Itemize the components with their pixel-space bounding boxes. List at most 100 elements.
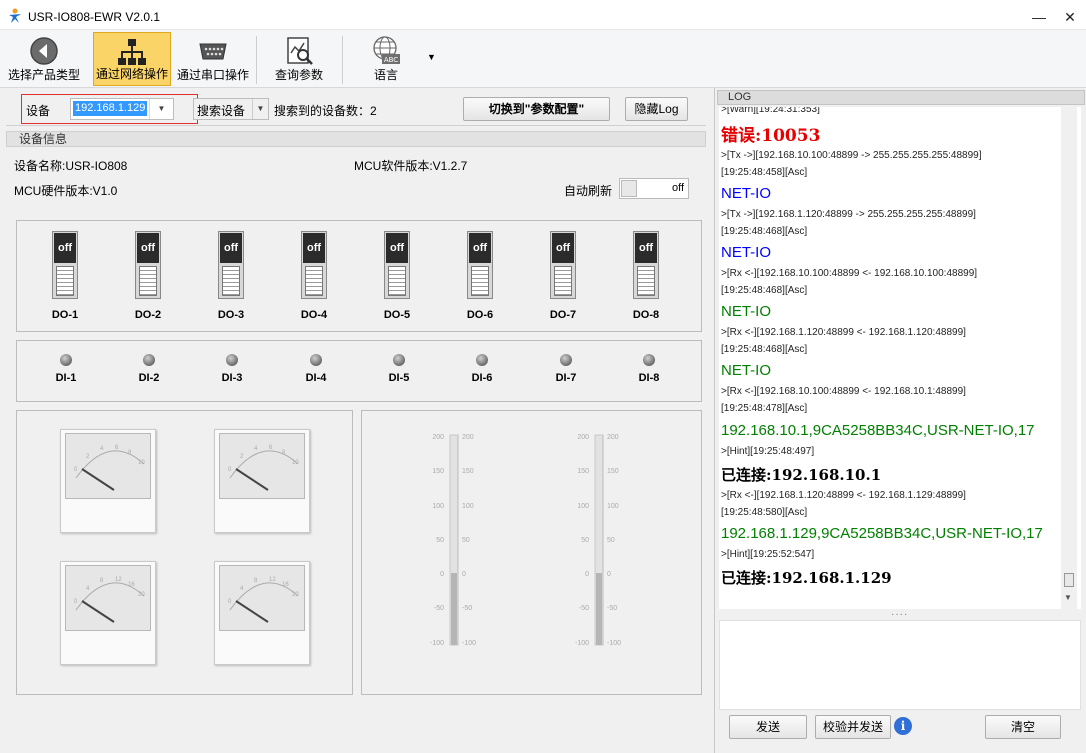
thermo-tick: 0: [462, 571, 466, 578]
splitter-handle-icon[interactable]: ····: [891, 609, 908, 620]
gauge-tick: 8: [100, 578, 104, 584]
thermo-tick: 150: [607, 468, 619, 475]
gauge-tick: 8: [254, 578, 258, 584]
verify-and-send-button[interactable]: 校验并发送: [815, 715, 891, 739]
thermo-tick: 100: [462, 503, 474, 510]
search-device-dropdown[interactable]: 搜索设备 ▼: [193, 98, 269, 120]
left-pane: 设备 192.168.1.129 ▼ 搜索设备 ▼ 搜索到的设备数：2 切换到"…: [0, 88, 713, 753]
language-dropdown-arrow-icon[interactable]: ▼: [427, 52, 436, 62]
toolbar-label: 选择产品类型: [7, 68, 80, 82]
thermo-tick: 50: [607, 537, 615, 544]
do-7-switch[interactable]: off: [550, 231, 576, 299]
gauge-tick: 12: [269, 577, 276, 583]
select-product-type-button[interactable]: 选择产品类型: [4, 32, 84, 86]
log-line: 错误:10053: [721, 126, 821, 146]
thermo-tick: -50: [462, 605, 472, 612]
log-pane: LOG >[Warn][19:24:31:353] 错误:10053 >[Tx …: [714, 88, 1086, 753]
switch-lever: [139, 266, 157, 296]
device-bar: 设备 192.168.1.129 ▼ 搜索设备 ▼ 搜索到的设备数：2 切换到"…: [6, 92, 706, 126]
log-line: >[Rx <-][192.168.1.120:48899 <- 192.168.…: [721, 327, 966, 338]
thermo-tick: -100: [462, 640, 476, 647]
gauge-tick: 12: [115, 577, 122, 583]
main-toolbar: 选择产品类型 通过网络操作 通过串口操作 查询参数 ABC 语言 ▼: [0, 30, 1086, 88]
thermometer-scales: 200 150 100 50 0 -50 -100 200 150 100 50…: [430, 434, 621, 647]
send-input[interactable]: [719, 620, 1081, 710]
thermo-tick: 150: [577, 468, 589, 475]
thermo-tick: 100: [432, 503, 444, 510]
auto-refresh-toggle[interactable]: off: [619, 178, 689, 199]
toolbar-label: 通过串口操作: [176, 68, 249, 82]
di-indicator-icon: [560, 354, 572, 366]
do-6-switch[interactable]: off: [467, 231, 493, 299]
switch-param-config-button[interactable]: 切换到"参数配置": [463, 97, 610, 121]
hide-log-button[interactable]: 隐藏Log: [625, 97, 688, 121]
thermo-tick: 100: [607, 503, 619, 510]
toolbar-label: 语言: [373, 68, 398, 82]
serial-operation-button[interactable]: 通过串口操作: [174, 32, 252, 86]
log-output[interactable]: >[Warn][19:24:31:353] 错误:10053 >[Tx ->][…: [719, 107, 1081, 609]
language-button[interactable]: ABC 语言: [350, 32, 422, 86]
clear-button[interactable]: 清空: [985, 715, 1061, 739]
log-line: 192.168.1.129,9CA5258BB34C,USR-NET-IO,17: [721, 525, 1043, 542]
network-operation-button[interactable]: 通过网络操作: [93, 32, 171, 86]
do-1-switch[interactable]: off: [52, 231, 78, 299]
do-4-switch[interactable]: off: [301, 231, 327, 299]
do-label: DO-5: [383, 309, 411, 321]
auto-refresh-label: 自动刷新: [564, 184, 613, 198]
toolbar-separator: [342, 36, 343, 84]
back-arrow-icon: [30, 37, 58, 65]
send-button[interactable]: 发送: [729, 715, 807, 739]
gauge-tick: 16: [128, 582, 135, 588]
title-bar: USR-IO808-EWR V2.0.1 — ✕: [0, 0, 1086, 30]
gauge-face: 0 4 8 12 16 20: [65, 565, 151, 631]
gauge-tick: 6: [115, 445, 119, 451]
log-line: [19:25:48:468][Asc]: [721, 344, 808, 355]
di-indicator-icon: [226, 354, 238, 366]
query-params-button[interactable]: 查询参数: [262, 32, 336, 86]
switch-state: off: [220, 233, 242, 263]
switch-lever: [637, 266, 655, 296]
do-label: DO-4: [300, 309, 328, 321]
do-label: DO-6: [466, 309, 494, 321]
gauge-tick: 2: [240, 454, 244, 460]
do-3-switch[interactable]: off: [218, 231, 244, 299]
toolbar-label: 查询参数: [274, 68, 323, 82]
analog-gauge-3: 0 4 8 12 16 20: [60, 561, 156, 665]
search-device-label: 搜索设备: [197, 104, 246, 118]
thermo-tick: 0: [607, 571, 611, 578]
gauge-needle-icon: 0 2 4 6 8 10: [228, 445, 299, 491]
minimize-button[interactable]: —: [1024, 6, 1054, 28]
globe-icon: ABC: [373, 36, 400, 64]
do-label: DO-2: [134, 309, 162, 321]
thermo-tick: 0: [585, 571, 589, 578]
do-2-switch[interactable]: off: [135, 231, 161, 299]
window-title: USR-IO808-EWR V2.0.1: [28, 10, 161, 24]
gauge-tick: 4: [240, 586, 244, 592]
di-indicator-icon: [643, 354, 655, 366]
toolbar-separator: [256, 36, 257, 84]
log-scrollbar[interactable]: ▼: [1061, 107, 1077, 609]
close-button[interactable]: ✕: [1055, 6, 1085, 28]
gauge-tick: 2: [86, 454, 90, 460]
log-line: >[Warn][19:24:31:353]: [721, 107, 820, 115]
gauge-tick: 4: [86, 586, 90, 592]
do-8-switch[interactable]: off: [633, 231, 659, 299]
di-label: DI-7: [555, 372, 577, 384]
chevron-down-icon[interactable]: ▼: [149, 99, 173, 119]
log-line: 已连接:192.168.10.1: [721, 466, 882, 484]
device-info-title: 设备信息: [6, 131, 706, 147]
chevron-down-icon[interactable]: ▼: [252, 99, 268, 119]
info-icon[interactable]: i: [894, 717, 912, 735]
switch-lever: [471, 266, 489, 296]
device-combo[interactable]: 192.168.1.129 ▼: [70, 98, 174, 120]
globe-abc-text: ABC: [384, 56, 398, 64]
thermometer-1: 200 150 100 50 0 -50 -100 200 150 100 50…: [430, 434, 476, 647]
scroll-down-icon[interactable]: ▼: [1064, 593, 1072, 602]
log-line: NET-IO: [721, 244, 772, 261]
switch-lever: [222, 266, 240, 296]
do-5-switch[interactable]: off: [384, 231, 410, 299]
di-indicator-icon: [310, 354, 322, 366]
toggle-state-text: off: [671, 182, 684, 194]
scrollbar-thumb[interactable]: [1064, 573, 1074, 587]
log-title: LOG: [717, 90, 1085, 105]
